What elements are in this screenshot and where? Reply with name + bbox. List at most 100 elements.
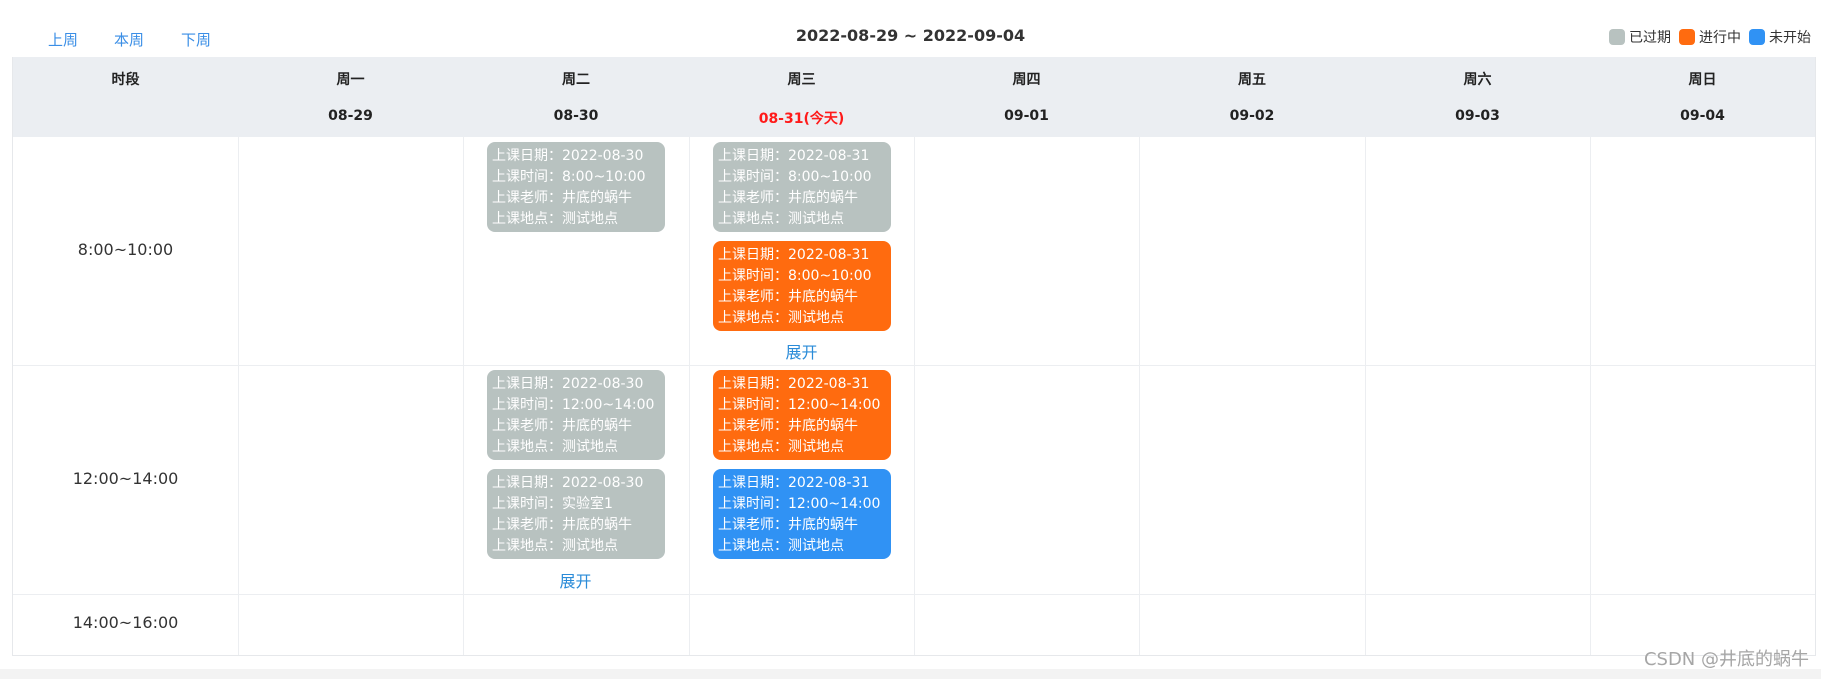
card-field-value: 2022-08-30: [562, 475, 644, 491]
header-date: 09-02: [1229, 108, 1275, 124]
card-field-label: 上课时间：: [718, 397, 788, 413]
card-field-teacher: 上课老师：井底的蜗牛: [718, 287, 891, 308]
card-field-value: 2022-08-31: [788, 148, 870, 164]
slot-label-3: 14:00~16:00: [72, 613, 179, 632]
course-card-upcoming[interactable]: 上课日期：2022-08-31 上课时间：12:00~14:00 上课老师：井底的蜗…: [713, 469, 891, 559]
status-legend: 已过期 进行中 未开始: [1601, 27, 1811, 47]
card-field-teacher: 上课老师：井底的蜗牛: [492, 416, 665, 437]
card-field-value: 12:00~14:00: [562, 397, 655, 413]
card-field-value: 12:00~14:00: [788, 496, 881, 512]
header-weekday: 周四: [1012, 72, 1041, 88]
card-field-place: 上课地点：测试地点: [718, 437, 891, 458]
card-field-label: 上课地点：: [492, 538, 562, 554]
card-field-time: 上课时间：8:00~10:00: [718, 167, 891, 188]
header-weekday: 周三: [787, 72, 816, 88]
card-field-date: 上课日期：2022-08-31: [718, 473, 891, 494]
header-day-tue: 周二 08-30: [463, 57, 689, 137]
header-date: 08-29: [328, 108, 373, 124]
card-field-label: 上课老师：: [492, 418, 562, 434]
header-weekday: 周六: [1463, 72, 1492, 88]
card-field-teacher: 上课老师：井底的蜗牛: [718, 416, 891, 437]
header-day-sun: 周日 09-04: [1590, 57, 1815, 137]
card-field-date: 上课日期：2022-08-31: [718, 374, 891, 395]
card-field-value: 8:00~10:00: [788, 169, 872, 185]
grid-divider: [13, 594, 1815, 595]
card-field-time: 上课时间：8:00~10:00: [492, 167, 665, 188]
card-field-label: 上课日期：: [718, 475, 788, 491]
card-field-label: 上课地点：: [492, 439, 562, 455]
card-field-label: 上课地点：: [718, 310, 788, 326]
card-field-place: 上课地点：测试地点: [718, 209, 891, 230]
card-field-label: 上课时间：: [492, 496, 562, 512]
card-field-value: 测试地点: [562, 211, 618, 227]
card-field-value: 测试地点: [788, 211, 844, 227]
card-field-label: 上课日期：: [718, 148, 788, 164]
header-day-wed: 周三 08-31(今天): [689, 57, 914, 137]
card-field-place: 上课地点：测试地点: [718, 536, 891, 557]
card-field-label: 上课老师：: [718, 418, 788, 434]
bottom-bar: [0, 669, 1821, 679]
card-field-teacher: 上课老师：井底的蜗牛: [492, 188, 665, 209]
watermark: CSDN @井底的蜗牛: [1643, 649, 1809, 670]
card-field-value: 12:00~14:00: [788, 397, 881, 413]
slot-label-2: 12:00~14:00: [72, 469, 179, 488]
header-date: 09-04: [1680, 108, 1725, 124]
card-field-label: 上课日期：: [492, 376, 562, 392]
header-date: 09-01: [1004, 108, 1049, 124]
header-date-today: 08-31(今天): [758, 111, 845, 127]
card-field-date: 上课日期：2022-08-31: [718, 146, 891, 167]
header-weekday: 周五: [1238, 72, 1266, 88]
card-field-value: 2022-08-30: [562, 148, 644, 164]
header-day-thu: 周四 09-01: [914, 57, 1139, 137]
card-field-value: 测试地点: [788, 538, 844, 554]
course-card-expired[interactable]: 上课日期：2022-08-30 上课时间：8:00~10:00 上课老师：井底的蜗牛…: [487, 142, 665, 232]
card-field-place: 上课地点：测试地点: [718, 308, 891, 329]
card-field-date: 上课日期：2022-08-30: [492, 146, 665, 167]
slot-label-1: 8:00~10:00: [77, 240, 174, 259]
card-field-label: 上课老师：: [718, 517, 788, 533]
course-card-expired[interactable]: 上课日期：2022-08-30 上课时间：实验室1 上课老师：井底的蜗牛 上课地点：测…: [487, 469, 665, 559]
grid-divider: [1365, 137, 1366, 655]
card-field-time: 上课时间：实验室1: [492, 494, 665, 515]
grid-divider: [689, 137, 690, 655]
card-field-label: 上课时间：: [718, 268, 788, 284]
legend-ongoing: 进行中: [1679, 27, 1741, 47]
legend-upcoming: 未开始: [1749, 27, 1811, 47]
expand-link-slot2-tue[interactable]: 展开: [463, 568, 688, 592]
grid-divider: [914, 137, 915, 655]
card-field-value: 井底的蜗牛: [788, 289, 858, 305]
card-field-value: 2022-08-31: [788, 475, 870, 491]
week-schedule-table: 时段 周一 08-29 周二 08-30 周三 08-31(今天) 周四 09-…: [12, 57, 1816, 656]
course-card-expired[interactable]: 上课日期：2022-08-31 上课时间：8:00~10:00 上课老师：井底的蜗牛…: [713, 142, 891, 232]
card-field-value: 井底的蜗牛: [788, 517, 858, 533]
card-field-label: 上课时间：: [718, 169, 788, 185]
card-field-value: 井底的蜗牛: [788, 418, 858, 434]
card-field-value: 井底的蜗牛: [788, 190, 858, 206]
card-field-label: 上课日期：: [718, 247, 788, 263]
card-field-value: 2022-08-31: [788, 247, 870, 263]
header-day-mon: 周一 08-29: [238, 57, 463, 137]
card-field-teacher: 上课老师：井底的蜗牛: [492, 515, 665, 536]
card-field-label: 上课老师：: [492, 517, 562, 533]
course-card-ongoing[interactable]: 上课日期：2022-08-31 上课时间：8:00~10:00 上课老师：井底的蜗牛…: [713, 241, 891, 331]
card-field-label: 上课时间：: [492, 169, 562, 185]
legend-label: 未开始: [1769, 30, 1811, 46]
card-field-date: 上课日期：2022-08-30: [492, 374, 665, 395]
course-card-ongoing[interactable]: 上课日期：2022-08-31 上课时间：12:00~14:00 上课老师：井底的蜗…: [713, 370, 891, 460]
legend-swatch-upcoming: [1749, 29, 1765, 45]
grid-divider: [238, 137, 239, 655]
course-card-expired[interactable]: 上课日期：2022-08-30 上课时间：12:00~14:00 上课老师：井底的蜗…: [487, 370, 665, 460]
card-field-time: 上课时间：12:00~14:00: [718, 494, 891, 515]
card-field-label: 上课时间：: [718, 496, 788, 512]
card-field-place: 上课地点：测试地点: [492, 209, 665, 230]
card-field-value: 测试地点: [562, 439, 618, 455]
card-field-value: 井底的蜗牛: [562, 418, 632, 434]
header-date: 09-03: [1455, 108, 1500, 124]
card-field-value: 实验室1: [562, 496, 613, 512]
schedule-header: 时段 周一 08-29 周二 08-30 周三 08-31(今天) 周四 09-…: [13, 57, 1815, 137]
header-day-sat: 周六 09-03: [1365, 57, 1590, 137]
expand-link-slot1-wed[interactable]: 展开: [689, 339, 914, 363]
grid-divider: [1139, 137, 1140, 655]
card-field-value: 测试地点: [788, 310, 844, 326]
card-field-date: 上课日期：2022-08-31: [718, 245, 891, 266]
